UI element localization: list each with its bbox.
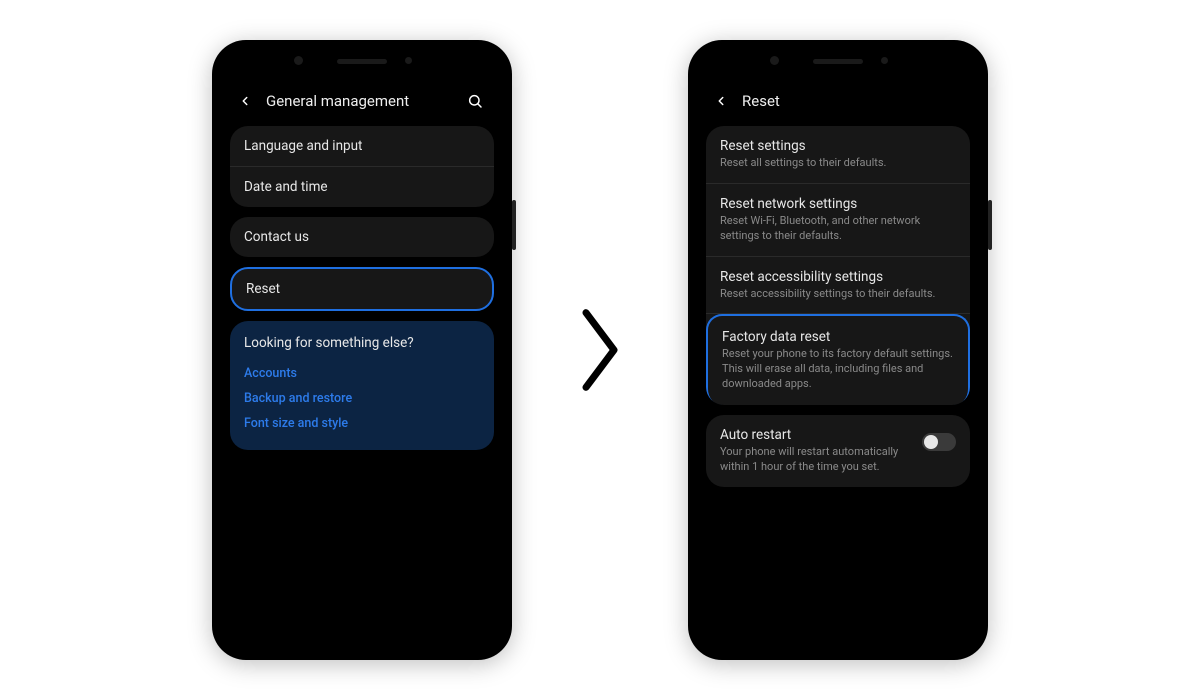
row-factory-data-reset[interactable]: Factory data reset Reset your phone to i… xyxy=(706,314,970,405)
sensor-dot xyxy=(405,57,412,64)
row-language-and-input[interactable]: Language and input xyxy=(230,126,494,167)
card-lang-date: Language and input Date and time xyxy=(230,126,494,207)
row-title: Factory data reset xyxy=(722,329,954,345)
row-reset-network-settings[interactable]: Reset network settings Reset Wi-Fi, Blue… xyxy=(706,184,970,257)
phone-right: Reset Reset settings Reset all settings … xyxy=(688,40,988,660)
screen-right: Reset Reset settings Reset all settings … xyxy=(698,72,978,650)
row-subtitle: Reset Wi-Fi, Bluetooth, and other networ… xyxy=(720,214,956,244)
page-title: General management xyxy=(266,92,464,110)
search-icon xyxy=(467,93,483,109)
chevron-left-icon xyxy=(714,94,728,108)
row-title: Reset accessibility settings xyxy=(720,269,956,285)
speaker-slit xyxy=(337,59,387,64)
chevron-right-icon xyxy=(572,300,628,400)
link-backup-and-restore[interactable]: Backup and restore xyxy=(244,386,480,411)
link-font-size-and-style[interactable]: Font size and style xyxy=(244,411,480,436)
row-auto-restart[interactable]: Auto restart Your phone will restart aut… xyxy=(706,415,970,487)
header-left: General management xyxy=(230,86,494,126)
search-button[interactable] xyxy=(464,90,486,112)
row-date-and-time[interactable]: Date and time xyxy=(230,167,494,207)
notch xyxy=(222,50,502,72)
chevron-left-icon xyxy=(238,94,252,108)
header-right: Reset xyxy=(706,86,970,126)
sensor-dot xyxy=(881,57,888,64)
back-button[interactable] xyxy=(234,90,256,112)
row-reset-accessibility-settings[interactable]: Reset accessibility settings Reset acces… xyxy=(706,257,970,315)
row-title: Auto restart xyxy=(720,427,912,443)
row-reset[interactable]: Reset xyxy=(232,269,492,309)
row-reset-settings[interactable]: Reset settings Reset all settings to the… xyxy=(706,126,970,184)
screen-left: General management Language and input Da… xyxy=(222,72,502,650)
camera-dot xyxy=(294,56,303,65)
notch xyxy=(698,50,978,72)
arrow-between xyxy=(572,300,628,400)
row-subtitle: Reset your phone to its factory default … xyxy=(722,347,954,392)
page-title: Reset xyxy=(742,92,962,110)
row-subtitle: Reset accessibility settings to their de… xyxy=(720,287,956,302)
suggestions-title: Looking for something else? xyxy=(244,335,480,351)
card-reset: Reset xyxy=(230,267,494,311)
row-contact-us[interactable]: Contact us xyxy=(230,217,494,257)
phone-left: General management Language and input Da… xyxy=(212,40,512,660)
card-auto-restart: Auto restart Your phone will restart aut… xyxy=(706,415,970,487)
card-suggestions: Looking for something else? Accounts Bac… xyxy=(230,321,494,450)
card-contact-us: Contact us xyxy=(230,217,494,257)
row-subtitle: Reset all settings to their defaults. xyxy=(720,156,956,171)
back-button[interactable] xyxy=(710,90,732,112)
card-reset-options: Reset settings Reset all settings to the… xyxy=(706,126,970,405)
row-title: Reset settings xyxy=(720,138,956,154)
row-title: Reset network settings xyxy=(720,196,956,212)
auto-restart-toggle[interactable] xyxy=(922,433,956,451)
speaker-slit xyxy=(813,59,863,64)
row-subtitle: Your phone will restart automatically wi… xyxy=(720,445,912,475)
camera-dot xyxy=(770,56,779,65)
link-accounts[interactable]: Accounts xyxy=(244,361,480,386)
